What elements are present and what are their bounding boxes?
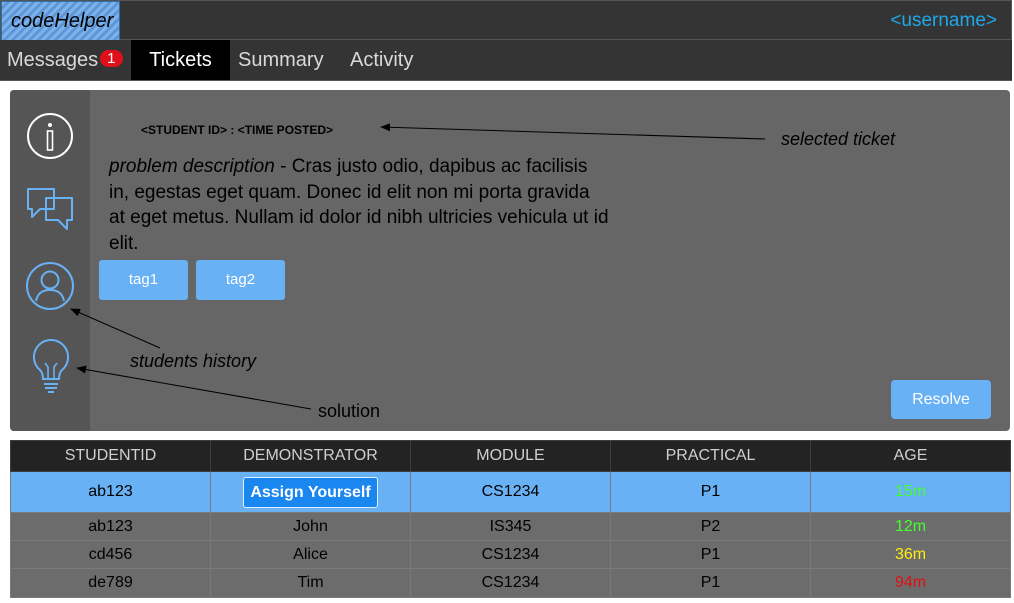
table-row[interactable]: cd456 Alice CS1234 P1 36m [10, 540, 1011, 569]
table-header-row: STUDENTID DEMONSTRATOR MODULE PRACTICAL … [10, 440, 1011, 472]
cell-module: CS1234 [410, 471, 611, 513]
assign-yourself-button[interactable]: Assign Yourself [243, 476, 378, 508]
tag-button[interactable]: tag2 [196, 260, 285, 300]
ticket-header: <STUDENT ID> : <TIME POSTED> [141, 123, 334, 137]
ticket-sidebar [10, 90, 90, 431]
cell-module: IS345 [410, 512, 611, 541]
annotation-selected-ticket: selected ticket [781, 129, 896, 149]
problem-description: problem description - Cras justo odio, d… [109, 154, 609, 256]
column-header-age[interactable]: AGE [810, 440, 1011, 472]
cell-age: 94m [810, 568, 1011, 598]
column-header-module[interactable]: MODULE [410, 440, 611, 472]
cell-age: 15m [810, 471, 1011, 513]
tab-activity[interactable]: Activity [350, 40, 413, 80]
cell-age: 36m [810, 540, 1011, 569]
annotation-solution: solution [318, 401, 381, 421]
lightbulb-icon[interactable] [30, 338, 72, 396]
nav-tabs: Messages 1 Tickets Summary Activity [0, 40, 1012, 81]
resolve-button[interactable]: Resolve [891, 380, 991, 419]
tab-summary[interactable]: Summary [238, 40, 324, 80]
cell-module: CS1234 [410, 568, 611, 598]
cell-practical: P1 [610, 471, 811, 513]
table-row[interactable]: ab123 John IS345 P2 12m [10, 512, 1011, 541]
table-row[interactable]: ab123 Assign Yourself CS1234 P1 15m [10, 471, 1011, 513]
cell-practical: P1 [610, 540, 811, 569]
cell-studentid: de789 [10, 568, 211, 598]
tab-messages-label: Messages [7, 49, 99, 71]
tag-button[interactable]: tag1 [99, 260, 188, 300]
username-link[interactable]: <username> [890, 10, 997, 32]
user-icon[interactable] [26, 260, 74, 312]
cell-studentid: cd456 [10, 540, 211, 569]
cell-demonstrator: Tim [210, 568, 411, 598]
top-bar: codeHelper <username> [0, 0, 1012, 41]
cell-demonstrator: Alice [210, 540, 411, 569]
cell-studentid: ab123 [10, 512, 211, 541]
messages-count-badge: 1 [100, 50, 123, 68]
table-row[interactable]: de789 Tim CS1234 P1 94m [10, 568, 1011, 598]
cell-practical: P1 [610, 568, 811, 598]
cell-practical: P2 [610, 512, 811, 541]
chat-icon[interactable] [25, 185, 75, 235]
cell-module: CS1234 [410, 540, 611, 569]
column-header-practical[interactable]: PRACTICAL [610, 440, 811, 472]
annotation-students-history: students history [130, 351, 257, 371]
tab-messages[interactable]: Messages 1 [7, 40, 123, 80]
cell-studentid: ab123 [10, 471, 211, 513]
cell-age: 12m [810, 512, 1011, 541]
column-header-studentid[interactable]: STUDENTID [10, 440, 211, 472]
cell-demonstrator: Assign Yourself [210, 471, 411, 513]
cell-demonstrator: John [210, 512, 411, 541]
problem-description-label: problem description [109, 156, 275, 177]
tickets-table: STUDENTID DEMONSTRATOR MODULE PRACTICAL … [10, 440, 1011, 598]
tab-tickets[interactable]: Tickets [131, 40, 230, 80]
column-header-demonstrator[interactable]: DEMONSTRATOR [210, 440, 411, 472]
info-icon[interactable] [26, 112, 74, 160]
app-logo[interactable]: codeHelper [1, 1, 120, 41]
